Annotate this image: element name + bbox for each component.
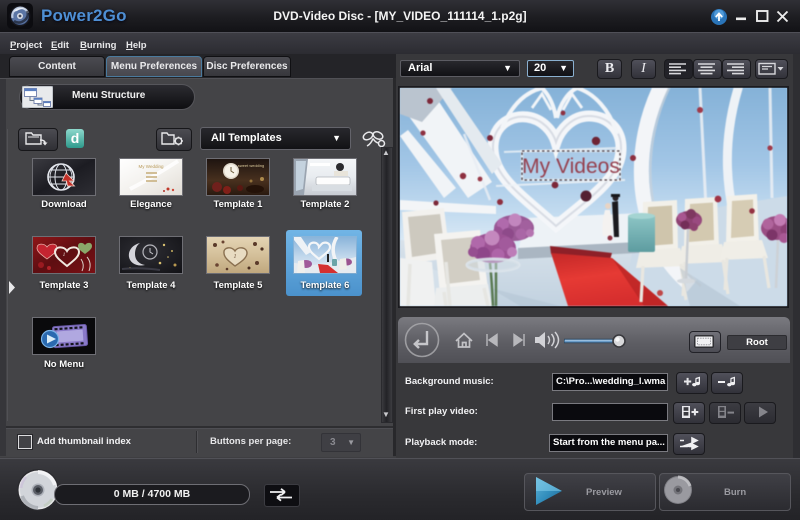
svg-text:1: 1: [63, 253, 66, 258]
svg-text:My Wedding: My Wedding: [139, 164, 164, 169]
svg-text:sweet wedding: sweet wedding: [238, 163, 264, 168]
svg-text:1: 1: [234, 254, 237, 260]
svg-text:My Videos: My Videos: [522, 155, 620, 178]
